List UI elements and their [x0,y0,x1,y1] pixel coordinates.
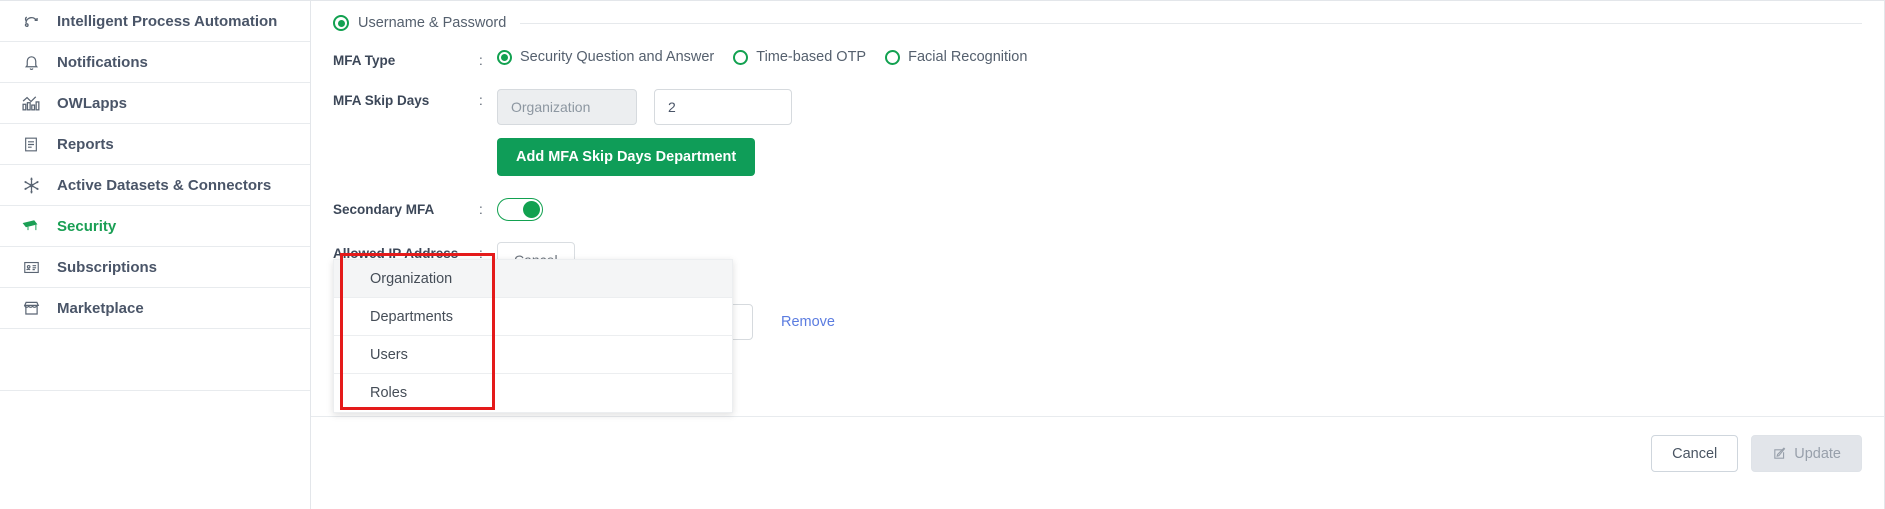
ip-scope-dropdown-menu[interactable]: Organization Departments Users Roles [333,259,733,413]
remove-ip-link[interactable]: Remove [781,314,835,330]
sidebar-item-security[interactable]: Security [0,206,310,247]
sidebar-item-label: Notifications [57,53,148,71]
cancel-button[interactable]: Cancel [1651,435,1739,472]
toggle-knob [523,200,540,218]
dropdown-option-organization[interactable]: Organization [334,260,732,298]
mfa-skip-days-colon: : [479,93,483,108]
secondary-mfa-label: Secondary MFA [333,202,435,217]
mfa-option-label: Security Question and Answer [520,49,715,65]
sidebar-item-label: Intelligent Process Automation [57,12,278,30]
sidebar-item-reports[interactable]: Reports [0,124,310,165]
dropdown-option-label: Roles [370,385,408,401]
document-icon [19,133,43,155]
sidebar-spacer [0,329,310,391]
sidebar-item-label: Marketplace [57,299,144,317]
edit-pencil-icon [1772,446,1787,461]
mfa-option-label: Time-based OTP [756,49,867,65]
automation-icon [19,10,43,32]
secondary-mfa-colon: : [479,202,483,217]
sidebar-item-active-datasets-connectors[interactable]: Active Datasets & Connectors [0,165,310,206]
sidebar-item-notifications[interactable]: Notifications [0,42,310,83]
radio-time-based-otp-icon[interactable] [733,49,749,65]
main-content: Username & Password MFA Type : Security … [311,0,1885,509]
mfa-option-security-question[interactable]: Security Question and Answer [497,49,714,65]
bell-icon [19,51,43,73]
security-camera-icon [19,215,43,237]
radio-security-question-icon[interactable] [497,49,512,65]
mfa-option-time-based-otp[interactable]: Time-based OTP [733,49,866,65]
chart-bars-icon [19,92,43,114]
update-button-label: Update [1794,445,1841,462]
dropdown-option-label: Organization [370,270,453,287]
sidebar-empty-area [0,391,310,509]
mfa-type-row: MFA Type : Security Question and Answer … [333,49,1862,71]
snowflake-icon [19,174,43,196]
add-mfa-skip-days-department-button[interactable]: Add MFA Skip Days Department [497,138,756,176]
sidebar-item-subscriptions[interactable]: Subscriptions [0,247,310,288]
mfa-type-colon: : [479,53,483,68]
sidebar-item-label: Reports [57,135,114,153]
mfa-type-options: Security Question and Answer Time-based … [497,49,1046,65]
dropdown-option-departments[interactable]: Departments [334,298,732,336]
mfa-skip-days-row: MFA Skip Days : Add MFA Skip Days Depart… [333,89,1862,176]
sidebar-item-label: Active Datasets & Connectors [57,176,272,194]
username-password-radio[interactable] [333,15,349,31]
sidebar-item-intelligent-process-automation[interactable]: Intelligent Process Automation [0,1,310,42]
dropdown-option-users[interactable]: Users [334,336,732,374]
sidebar: Intelligent Process Automation Notificat… [0,0,311,509]
footer-divider [311,416,1884,417]
dropdown-option-label: Users [370,346,408,363]
security-settings-page: Intelligent Process Automation Notificat… [0,0,1885,509]
radio-facial-recognition-icon[interactable] [885,49,901,65]
sidebar-item-marketplace[interactable]: Marketplace [0,288,310,329]
auth-method-section-header: Username & Password [311,1,1884,31]
secondary-mfa-toggle[interactable] [497,198,543,221]
store-icon [19,297,43,319]
section-divider [520,22,1862,24]
dropdown-option-label: Departments [370,308,454,325]
form-footer-actions: Cancel Update [1651,435,1862,472]
sidebar-item-label: Security [57,217,117,235]
dropdown-option-roles[interactable]: Roles [334,374,732,412]
update-button: Update [1751,435,1862,472]
secondary-mfa-row: Secondary MFA : [333,198,1862,221]
mfa-skip-days-input[interactable] [654,89,792,125]
mfa-option-facial-recognition[interactable]: Facial Recognition [885,49,1027,65]
mfa-option-label: Facial Recognition [908,49,1028,65]
section-title: Username & Password [358,15,507,31]
id-card-icon [19,256,43,278]
sidebar-item-label: OWLapps [57,94,127,112]
mfa-skip-days-label: MFA Skip Days [333,93,430,108]
mfa-type-label: MFA Type [333,53,396,68]
sidebar-item-label: Subscriptions [57,258,158,276]
mfa-skip-scope-input [497,89,637,125]
sidebar-item-owlapps[interactable]: OWLapps [0,83,310,124]
